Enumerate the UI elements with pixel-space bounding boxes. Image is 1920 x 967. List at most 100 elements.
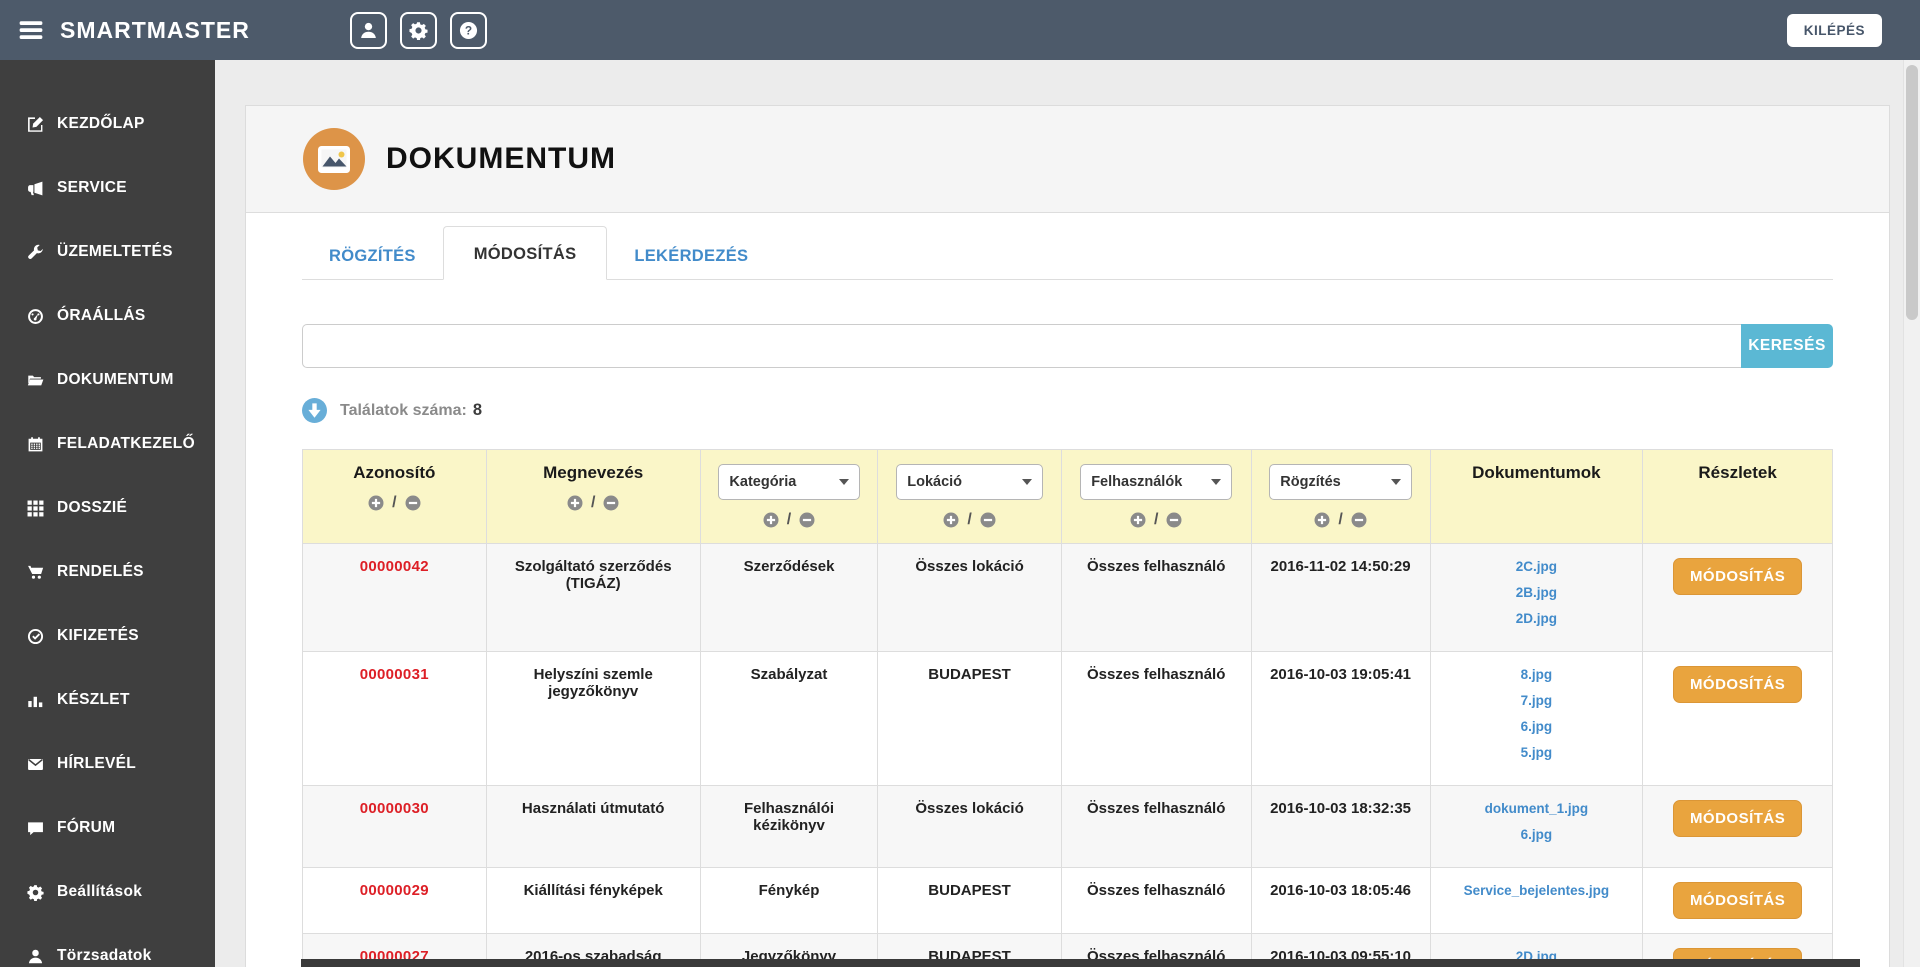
document-link[interactable]: Service_bejelentes.jpg [1439,883,1635,898]
sidebar-item-forum[interactable]: FÓRUM [0,796,215,860]
cell-id: 00000031 [302,651,487,786]
sidebar-item-label: RENDELÉS [57,563,144,580]
sort-desc-icon[interactable] [1166,512,1182,528]
cell-documents: dokument_1.jpg 6.jpg [1429,785,1644,868]
filter-select-lokacio[interactable]: Lokáció [896,464,1043,500]
search-input[interactable] [302,324,1741,368]
document-link[interactable]: 7.jpg [1439,693,1635,708]
column-label: Azonosító [353,463,436,482]
sort-desc-icon[interactable] [1351,512,1367,528]
table-row: 00000031 Helyszíni szemle jegyzőkönyv Szab… [302,651,1833,786]
sidebar-item-dokumentum[interactable]: DOKUMENTUM [0,348,215,412]
modify-button[interactable]: MÓDOSÍTÁS [1672,800,1803,837]
column-header-dokumentumok: Dokumentumok [1429,449,1644,544]
user-button[interactable] [349,11,387,49]
cell-location: BUDAPEST [877,867,1062,934]
sidebar-item-oraallas[interactable]: ÓRAÁLLÁS [0,284,215,348]
document-link[interactable]: 5.jpg [1439,745,1635,760]
calendar-icon [27,436,44,453]
document-link[interactable]: 2D.jpg [1439,611,1635,626]
sort-asc-icon[interactable] [943,512,959,528]
sidebar-item-label: ÜZEMELTETÉS [57,243,173,260]
sort-controls: / [1260,511,1422,529]
chevron-down-icon [1211,479,1222,485]
sidebar-item-keszlet[interactable]: KÉSZLET [0,668,215,732]
sidebar-item-rendeles[interactable]: RENDELÉS [0,540,215,604]
sort-asc-icon[interactable] [1314,512,1330,528]
sort-slash: / [392,494,397,511]
sort-desc-icon[interactable] [405,495,421,511]
document-link[interactable]: 2C.jpg [1439,559,1635,574]
tab-lekerdezes[interactable]: LEKÉRDEZÉS [607,234,775,280]
sort-desc-icon[interactable] [603,495,619,511]
sort-controls: / [709,511,869,529]
document-link[interactable]: 6.jpg [1439,827,1635,842]
results-label: Találatok száma: [340,401,467,419]
grid-icon [27,500,44,517]
cell-name: Kiállítási fényképek [485,867,701,934]
sidebar-item-feladatkezelo[interactable]: FELADATKEZELŐ [0,412,215,476]
main-content: DOKUMENTUM RÖGZÍTÉS MÓDOSÍTÁS LEKÉRDEZÉS K… [215,60,1920,967]
sidebar-item-dosszie[interactable]: DOSSZIÉ [0,476,215,540]
sort-asc-icon[interactable] [368,495,384,511]
filter-select-kategoria[interactable]: Kategória [718,464,860,500]
tab-modositas[interactable]: MÓDOSÍTÁS [442,226,608,280]
content-panel: DOKUMENTUM RÖGZÍTÉS MÓDOSÍTÁS LEKÉRDEZÉS K… [245,105,1890,967]
modify-button[interactable]: MÓDOSÍTÁS [1672,882,1803,919]
column-header-lokacio: Lokáció / [877,449,1062,544]
cell-category: Szabályzat [699,651,879,786]
svg-text:?: ? [465,23,472,37]
modify-button[interactable]: MÓDOSÍTÁS [1672,666,1803,703]
search-button[interactable]: KERESÉS [1741,324,1833,368]
settings-button[interactable] [399,11,437,49]
help-icon: ? [459,21,478,40]
sort-controls: / [495,494,692,512]
sidebar-item-label: DOSSZIÉ [57,499,128,516]
collapse-arrow-icon[interactable] [302,398,327,423]
menu-icon[interactable] [18,17,44,43]
sort-asc-icon[interactable] [763,512,779,528]
cell-location: BUDAPEST [877,651,1062,786]
app-title: SMARTMASTER [60,16,250,43]
cell-recorded: 2016-11-02 14:50:29 [1250,543,1431,652]
sort-slash: / [967,511,972,528]
document-link[interactable]: 2B.jpg [1439,585,1635,600]
sort-desc-icon[interactable] [799,512,815,528]
sidebar-item-kezdolap[interactable]: KEZDŐLAP [0,92,215,156]
sidebar-item-service[interactable]: SERVICE [0,156,215,220]
filter-select-label: Kategória [729,474,797,490]
filter-select-label: Lokáció [907,474,963,490]
cell-recorded: 2016-10-03 18:32:35 [1250,785,1431,868]
sidebar-item-kifizetes[interactable]: KIFIZETÉS [0,604,215,668]
sidebar-item-beallitasok[interactable]: Beállítások [0,860,215,924]
logout-button[interactable]: KILÉPÉS [1786,13,1882,47]
document-link[interactable]: 8.jpg [1439,667,1635,682]
sort-desc-icon[interactable] [980,512,996,528]
folder-icon [27,372,44,389]
footer-bar [301,959,1860,967]
cell-category: Fénykép [699,867,879,934]
sidebar-item-label: Törzsadatok [57,947,152,964]
document-link[interactable]: dokument_1.jpg [1439,801,1635,816]
document-link[interactable]: 6.jpg [1439,719,1635,734]
sidebar-item-label: KIFIZETÉS [57,627,139,644]
sidebar-item-torzsadatok[interactable]: Törzsadatok [0,924,215,967]
scrollbar-thumb[interactable] [1906,65,1918,320]
modify-button[interactable]: MÓDOSÍTÁS [1672,558,1803,595]
sort-asc-icon[interactable] [1130,512,1146,528]
sidebar-item-hirlevel[interactable]: HÍRLEVÉL [0,732,215,796]
help-button[interactable]: ? [449,11,487,49]
cell-location: Összes lokáció [877,543,1062,652]
scrollbar-track[interactable] [1903,60,1920,967]
chevron-down-icon [838,479,849,485]
tab-rogzites[interactable]: RÖGZÍTÉS [302,234,443,280]
table-row: 00000030 Használati útmutató Felhasználói … [302,785,1833,868]
filter-select-felhasznalok[interactable]: Felhasználók [1080,464,1233,500]
cell-name: Szolgáltató szerződés (TIGÁZ) [485,543,701,652]
sidebar-item-label: ÓRAÁLLÁS [57,307,146,324]
check-circle-icon [27,628,44,645]
sidebar-item-uzemeltetes[interactable]: ÜZEMELTETÉS [0,220,215,284]
sort-asc-icon[interactable] [567,495,583,511]
cell-name: Helyszíni szemle jegyzőkönyv [485,651,701,786]
filter-select-rogzites[interactable]: Rögzítés [1269,464,1412,500]
